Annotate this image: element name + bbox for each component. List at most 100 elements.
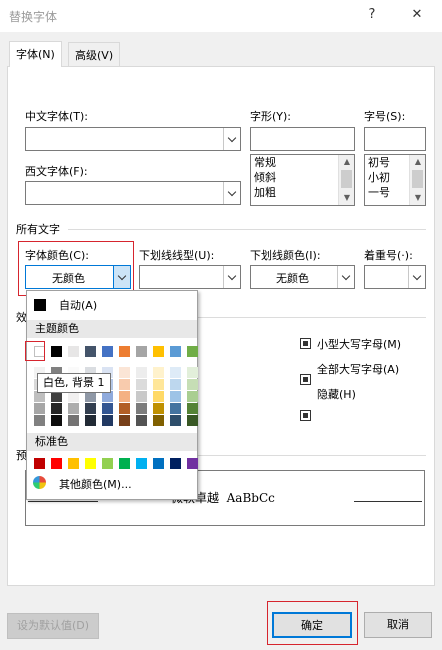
section-divider <box>198 455 426 456</box>
theme-color-shade-swatch[interactable] <box>187 367 198 378</box>
standard-color-swatch[interactable] <box>85 458 96 469</box>
theme-color-shade-swatch[interactable] <box>136 391 147 402</box>
style-scrollbar[interactable]: ▲ ▼ <box>338 155 354 205</box>
color-wheel-icon <box>33 476 46 489</box>
theme-color-shade-swatch[interactable] <box>119 367 130 378</box>
theme-color-swatch[interactable] <box>136 346 147 357</box>
theme-color-shade-swatch[interactable] <box>85 415 96 426</box>
theme-color-shade-swatch[interactable] <box>170 415 181 426</box>
west-font-combo[interactable] <box>25 181 241 205</box>
theme-color-shade-swatch[interactable] <box>153 367 164 378</box>
scroll-down-icon[interactable]: ▼ <box>339 191 354 205</box>
standard-color-swatch[interactable] <box>136 458 147 469</box>
scroll-down-icon[interactable]: ▼ <box>410 191 425 205</box>
theme-color-swatch[interactable] <box>68 346 79 357</box>
standard-color-swatch[interactable] <box>102 458 113 469</box>
tab-font[interactable]: 字体(N) <box>9 41 62 67</box>
chevron-down-icon[interactable] <box>223 266 240 288</box>
chevron-down-icon[interactable] <box>337 266 354 288</box>
underline-color-value: 无颜色 <box>276 272 309 285</box>
section-divider <box>198 317 426 318</box>
cn-font-combo[interactable] <box>25 127 241 151</box>
theme-color-shade-swatch[interactable] <box>170 403 181 414</box>
size-listbox[interactable]: 初号 小初 一号 ▲ ▼ <box>364 154 426 206</box>
theme-color-shade-swatch[interactable] <box>170 391 181 402</box>
theme-color-shade-swatch[interactable] <box>153 403 164 414</box>
small-caps-checkbox[interactable] <box>300 338 311 349</box>
standard-colors-header: 标准色 <box>27 433 197 451</box>
style-input[interactable] <box>250 127 355 151</box>
standard-color-swatch[interactable] <box>51 458 62 469</box>
theme-color-shade-swatch[interactable] <box>187 391 198 402</box>
theme-color-shade-swatch[interactable] <box>136 379 147 390</box>
window-title: 替换字体 <box>9 10 58 24</box>
theme-color-swatch[interactable] <box>119 346 130 357</box>
chevron-down-icon[interactable] <box>408 266 425 288</box>
tab-advanced[interactable]: 高级(V) <box>68 42 121 66</box>
theme-color-shade-swatch[interactable] <box>85 403 96 414</box>
theme-color-shade-swatch[interactable] <box>136 403 147 414</box>
theme-color-shade-swatch[interactable] <box>68 403 79 414</box>
theme-color-swatch[interactable] <box>102 346 113 357</box>
theme-color-shade-swatch[interactable] <box>119 379 130 390</box>
underline-color-combo[interactable]: 无颜色 <box>250 265 355 289</box>
scroll-thumb[interactable] <box>341 170 352 188</box>
theme-color-swatch[interactable] <box>170 346 181 357</box>
theme-color-shade-swatch[interactable] <box>119 415 130 426</box>
theme-color-shade-swatch[interactable] <box>102 415 113 426</box>
standard-color-swatch[interactable] <box>68 458 79 469</box>
theme-color-swatch[interactable] <box>85 346 96 357</box>
theme-color-shade-swatch[interactable] <box>153 415 164 426</box>
theme-color-shade-swatch[interactable] <box>170 367 181 378</box>
theme-color-shade-swatch[interactable] <box>153 391 164 402</box>
emphasis-combo[interactable] <box>364 265 426 289</box>
size-input[interactable] <box>364 127 426 151</box>
scroll-thumb[interactable] <box>412 170 423 188</box>
theme-color-swatch[interactable] <box>187 346 198 357</box>
theme-color-shade-swatch[interactable] <box>34 403 45 414</box>
theme-color-shade-swatch[interactable] <box>187 415 198 426</box>
theme-color-shade-swatch[interactable] <box>136 367 147 378</box>
theme-color-shade-swatch[interactable] <box>187 403 198 414</box>
chevron-down-icon[interactable] <box>113 266 130 288</box>
underline-style-combo[interactable] <box>139 265 241 289</box>
style-listbox[interactable]: 常规 倾斜 加粗 ▲ ▼ <box>250 154 355 206</box>
theme-color-shade-swatch[interactable] <box>136 415 147 426</box>
font-color-label: 字体颜色(C): <box>25 249 89 262</box>
close-button[interactable]: ✕ <box>405 4 429 26</box>
ok-button[interactable]: 确定 <box>272 612 352 638</box>
auto-color-swatch[interactable] <box>34 299 46 311</box>
more-colors-option[interactable]: 其他颜色(M)... <box>59 476 132 492</box>
selected-swatch-highlight <box>25 341 45 361</box>
theme-color-shade-swatch[interactable] <box>51 403 62 414</box>
help-button[interactable]: ? <box>360 4 384 26</box>
scroll-up-icon[interactable]: ▲ <box>339 155 354 169</box>
theme-color-shade-swatch[interactable] <box>187 379 198 390</box>
theme-color-shade-swatch[interactable] <box>153 379 164 390</box>
standard-color-swatch[interactable] <box>187 458 198 469</box>
theme-color-swatch[interactable] <box>51 346 62 357</box>
theme-color-shade-swatch[interactable] <box>119 403 130 414</box>
theme-color-shade-swatch[interactable] <box>119 391 130 402</box>
standard-color-swatch[interactable] <box>170 458 181 469</box>
standard-color-swatch[interactable] <box>34 458 45 469</box>
theme-color-shade-swatch[interactable] <box>51 415 62 426</box>
chevron-down-icon[interactable] <box>223 182 240 204</box>
set-default-button[interactable]: 设为默认值(D) <box>7 613 99 639</box>
auto-color-option[interactable]: 自动(A) <box>59 297 97 313</box>
theme-color-shade-swatch[interactable] <box>102 403 113 414</box>
hidden-checkbox[interactable] <box>300 410 311 421</box>
theme-color-swatch[interactable] <box>153 346 164 357</box>
font-color-combo[interactable]: 无颜色 <box>25 265 131 289</box>
chevron-down-icon[interactable] <box>223 128 240 150</box>
size-scrollbar[interactable]: ▲ ▼ <box>409 155 425 205</box>
scroll-up-icon[interactable]: ▲ <box>410 155 425 169</box>
standard-color-swatch[interactable] <box>119 458 130 469</box>
cancel-button[interactable]: 取消 <box>364 612 432 638</box>
theme-color-shade-swatch[interactable] <box>170 379 181 390</box>
theme-color-shade-swatch[interactable] <box>34 415 45 426</box>
theme-color-shade-swatch[interactable] <box>68 415 79 426</box>
all-caps-checkbox[interactable] <box>300 374 311 385</box>
standard-color-swatch[interactable] <box>153 458 164 469</box>
west-font-label: 西文字体(F): <box>25 165 88 178</box>
